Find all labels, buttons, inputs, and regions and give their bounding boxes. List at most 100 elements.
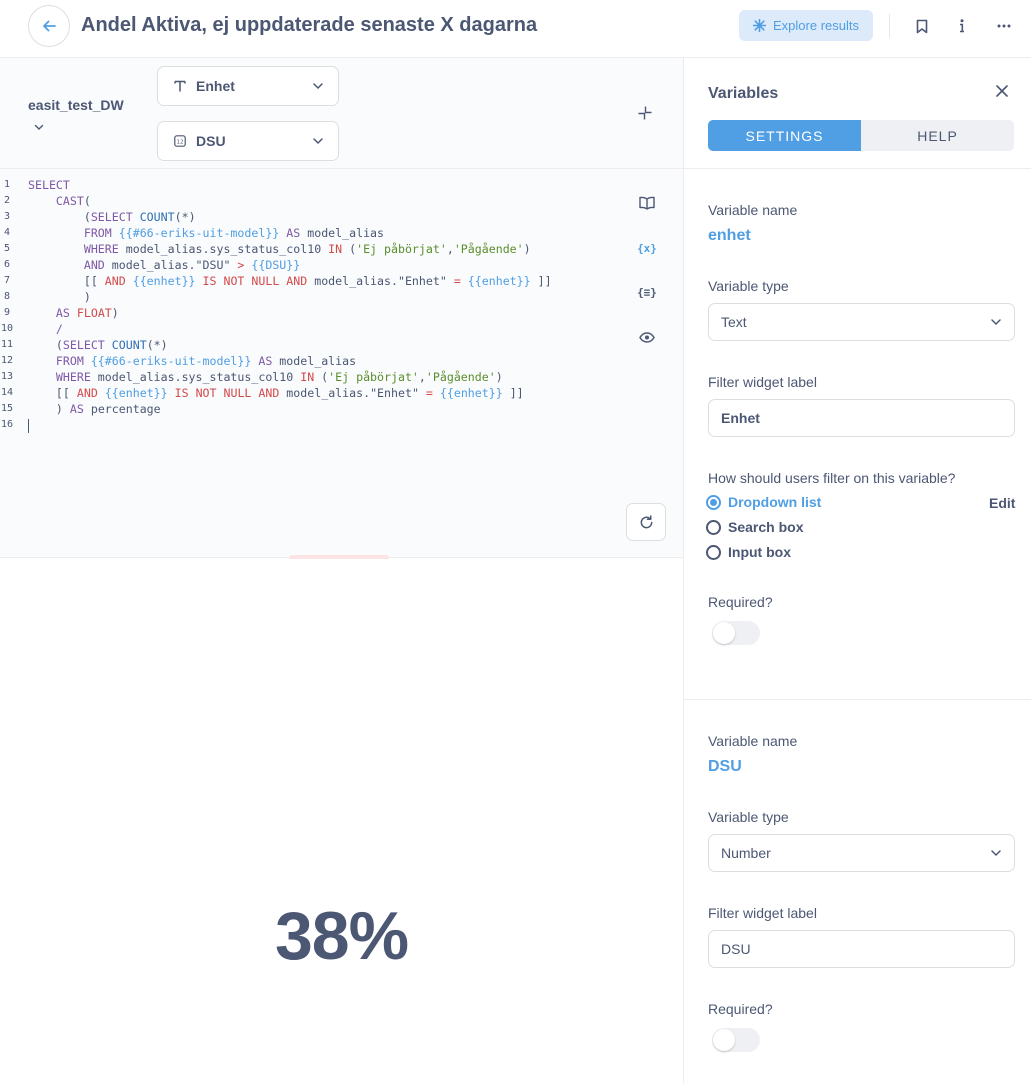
query-result: 38% (0, 559, 683, 1083)
variable-name-dsu: DSU (708, 758, 742, 775)
code-token: 'Ej påbörjat' (328, 370, 419, 384)
radio-input-box[interactable]: Input box (706, 544, 791, 560)
line-number: 12 (0, 355, 14, 366)
line-content: FROM {{#66-eriks-uit-model}} AS model_al… (28, 225, 384, 241)
enhet-variable-type-select[interactable]: Text (708, 303, 1015, 341)
bookmark-button[interactable] (909, 13, 935, 39)
line-content: SELECT (28, 177, 70, 193)
radio-button[interactable] (706, 519, 721, 535)
line-number: 5 (3, 243, 11, 254)
code-token: ) (111, 306, 119, 320)
book-icon (639, 196, 655, 210)
line-content: CAST( (28, 193, 91, 209)
dsu-variable-type-select[interactable]: Number (708, 834, 1015, 872)
sql-editor[interactable]: 1 SELECT 2 CAST(3 (SELECT COUNT(*) 4 FROM {… (0, 169, 683, 558)
dsu-filter-widget-label-value: DSU (721, 941, 751, 957)
chevron-down-icon (991, 850, 1001, 857)
line-content: (SELECT COUNT(*) (28, 337, 168, 353)
query-editor-area: easit_test_DW Enhet 12 DSU 1 SELECT 2 CA… (0, 58, 683, 1083)
code-token: {{#66-eriks-uit-model}} (118, 226, 280, 240)
enhet-filter-widget-label-value: Enhet (721, 410, 760, 426)
back-button[interactable] (28, 5, 70, 47)
radio-input-box-label: Input box (728, 544, 791, 560)
code-token: IS NOT NULL AND (202, 274, 308, 288)
line-number: 16 (0, 419, 14, 430)
line-content: AND model_alias."DSU" > {{DSU}} (28, 257, 300, 273)
code-token: = (453, 274, 461, 288)
radio-button[interactable] (706, 494, 721, 510)
code-token: (*) (174, 210, 196, 224)
code-token: [[ (28, 274, 105, 288)
required-label: Required? (708, 594, 773, 610)
variables-button[interactable]: {x} (636, 237, 658, 259)
chevron-down-icon (313, 138, 323, 145)
data-reference-button[interactable] (636, 192, 658, 214)
variables-sidebar: Variables SETTINGS HELP Variable name en… (683, 58, 1031, 1083)
code-token: AS (286, 226, 301, 240)
chevron-down-icon (991, 319, 1001, 326)
line-number: 8 (3, 291, 11, 302)
code-token: AS (69, 402, 84, 416)
radio-search-box-label: Search box (728, 519, 804, 535)
code-token: {{#66-eriks-uit-model}} (90, 354, 252, 368)
code-token: ]] (502, 386, 524, 400)
dsu-parameter-widget[interactable]: 12 DSU (157, 121, 339, 161)
code-token: AND (76, 386, 98, 400)
enhet-filter-widget-label-input[interactable]: Enhet (708, 399, 1015, 437)
code-token: FLOAT (76, 306, 112, 320)
variable-type-label: Variable type (708, 278, 789, 294)
collapse-editor-button[interactable] (636, 104, 654, 127)
code-token: model_alias.sys_status_col10 (118, 242, 329, 256)
database-picker-toggle[interactable] (34, 118, 44, 136)
line-number: 15 (0, 403, 14, 414)
code-token: model_alias."DSU" (104, 258, 238, 272)
code-token: CAST (55, 194, 84, 208)
explore-results-button[interactable]: Explore results (739, 10, 873, 41)
more-icon (997, 24, 1011, 28)
refresh-button[interactable] (626, 503, 666, 541)
text-type-icon (174, 80, 186, 92)
info-icon (960, 19, 964, 33)
tab-help[interactable]: HELP (861, 120, 1014, 151)
enhet-parameter-widget[interactable]: Enhet (157, 66, 339, 106)
code-token: AND (104, 274, 126, 288)
code-token: ) (28, 290, 91, 304)
preview-query-button[interactable] (636, 326, 658, 348)
database-picker[interactable]: easit_test_DW (28, 97, 124, 113)
line-number: 2 (3, 195, 11, 206)
code-token: SELECT (62, 338, 105, 352)
radio-dropdown-list[interactable]: Dropdown list (706, 494, 821, 510)
dsu-filter-widget-label-input[interactable]: DSU (708, 930, 1015, 968)
line-number: 7 (3, 275, 11, 286)
enhet-required-toggle[interactable] (712, 621, 760, 645)
edit-dropdown-values-link[interactable]: Edit (989, 495, 1015, 511)
filter-method-question: How should users filter on this variable… (708, 470, 956, 486)
code-token: ( (83, 194, 91, 208)
radio-button[interactable] (706, 544, 721, 560)
radio-search-box[interactable]: Search box (706, 519, 803, 535)
more-options-button[interactable] (991, 13, 1017, 39)
code-token: , (418, 370, 426, 384)
line-content: ) AS percentage (28, 401, 161, 417)
close-sidebar-button[interactable] (996, 84, 1008, 102)
enhet-parameter-label: Enhet (196, 78, 235, 94)
dsu-required-toggle[interactable] (712, 1028, 760, 1052)
line-content: FROM {{#66-eriks-uit-model}} AS model_al… (28, 353, 356, 369)
variable-divider (684, 699, 1031, 700)
variable-name-label: Variable name (708, 733, 798, 749)
info-button[interactable] (949, 13, 975, 39)
snippets-button[interactable]: {≡} (636, 281, 658, 303)
line-content: WHERE model_alias.sys_status_col10 IN ('… (28, 369, 503, 385)
tab-settings[interactable]: SETTINGS (708, 120, 861, 151)
code-token: {{DSU}} (251, 258, 301, 272)
sidebar-tabs: SETTINGS HELP (708, 120, 1014, 151)
